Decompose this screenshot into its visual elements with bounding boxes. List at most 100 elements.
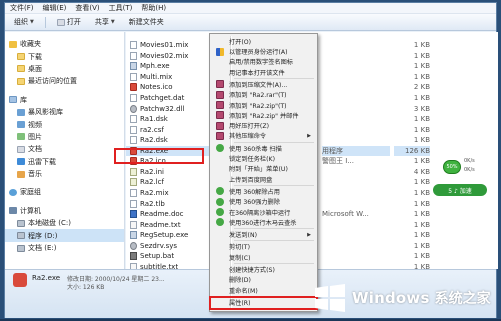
context-menu-item[interactable]: 用记事本打开该文件 [212, 67, 315, 78]
details-file-size: 大小: 126 KB [67, 284, 105, 291]
nav-item-drive-e[interactable]: 文档 (E:) [5, 242, 124, 254]
context-menu-item[interactable]: 上传到百度网盘 [212, 174, 315, 185]
context-menu-item[interactable]: 复制(C) [212, 252, 315, 263]
context-menu-item[interactable]: 使用 360强力删除 [212, 197, 315, 208]
file-name: Movies01.mix [140, 41, 189, 50]
context-menu-label: 使用 360强力删除 [229, 199, 280, 207]
context-menu-item[interactable]: 添加到 "Ra2.zip"(T) [212, 100, 315, 111]
nav-item-thunder[interactable]: 迅雷下载 [5, 156, 124, 168]
file-size: 1 KB [413, 210, 430, 219]
menu-tools[interactable]: 工具(T) [109, 3, 133, 13]
nav-item-downloads[interactable]: 下载 [5, 50, 124, 62]
nav-item-videos[interactable]: 视频 [5, 118, 124, 130]
file-icon [130, 104, 137, 113]
file-size: 1 KB [413, 51, 430, 60]
folder-icon [17, 77, 25, 85]
file-icon [130, 115, 137, 124]
nav-item-documents[interactable]: 文档 [5, 143, 124, 155]
file-size: 1 KB [413, 94, 430, 102]
menu-bar: 文件(F) 编辑(E) 查看(V) 工具(T) 帮助(H) [5, 3, 496, 14]
music-icon [17, 170, 25, 178]
nav-item-libraries[interactable]: 库 [5, 94, 124, 106]
context-menu-item[interactable]: 在360隔离沙箱中运行 [212, 207, 315, 218]
chevron-down-icon: ▼ [110, 19, 115, 25]
file-size: 1 KB [413, 199, 430, 208]
context-menu-item[interactable]: 发送到(N) ▶ [212, 229, 315, 240]
nav-item-drive-d[interactable]: 程序 (D:) [5, 229, 124, 242]
folder-icon [17, 53, 25, 61]
file-icon [130, 51, 137, 60]
context-menu-item[interactable]: 启用/禁用数字签名图标 [212, 57, 315, 68]
file-icon [130, 94, 137, 102]
open-button[interactable]: 打开 [54, 16, 84, 28]
nav-item-desktop[interactable]: 桌面 [5, 63, 124, 75]
speedup-button[interactable]: 5 ♪ 加速 [433, 184, 487, 196]
context-menu-item[interactable]: 使用 360杀毒 扫描 [212, 143, 315, 154]
context-menu-label: 打开(O) [229, 38, 252, 46]
nav-item-music[interactable]: 音乐 [5, 168, 124, 180]
context-menu-item[interactable]: 创建快捷方式(S) [212, 264, 315, 275]
blank-icon [216, 155, 224, 163]
context-menu-label: 剪切(T) [229, 244, 250, 252]
file-name: Readme.txt [140, 220, 181, 229]
file-icon [130, 220, 137, 229]
context-menu-item[interactable]: 属性(R) [212, 297, 315, 308]
context-menu-item[interactable]: 打开(O) [212, 36, 315, 47]
nav-item-baofeng[interactable]: 暴风影视库 [5, 106, 124, 118]
computer-icon [9, 207, 17, 215]
nav-item-label: 计算机 [20, 206, 41, 215]
file-name: Ra1.dsk [140, 115, 168, 124]
context-menu-item[interactable]: 锁定到任务栏(K) [212, 153, 315, 164]
context-menu-item[interactable]: 附到「开始」菜单(U) [212, 164, 315, 175]
file-size: 1 KB [413, 72, 430, 81]
file-name: Movies02.mix [140, 51, 189, 60]
menu-file[interactable]: 文件(F) [10, 3, 34, 13]
file-type [322, 177, 390, 188]
organize-button[interactable]: 组织 ▼ [11, 16, 37, 28]
nav-item-drive-c[interactable]: 本地磁盘 (C:) [5, 217, 124, 229]
nav-item-favorites[interactable]: 收藏夹 [5, 38, 124, 50]
context-menu-item[interactable]: 删除(D) [212, 275, 315, 286]
context-menu-item[interactable]: 用好压打开(Z) [212, 120, 315, 131]
context-menu-item[interactable]: 添加到压缩文件(A)... [212, 79, 315, 90]
disk-icon [17, 232, 25, 240]
ra2-app-icon [13, 273, 27, 287]
nav-item-recent[interactable]: 最近访问的位置 [5, 75, 124, 87]
rar-icon [216, 121, 224, 130]
video-icon [17, 108, 25, 116]
menu-help[interactable]: 帮助(H) [141, 3, 166, 13]
file-type [322, 188, 390, 199]
accelerator-badge[interactable]: 50% [443, 160, 461, 174]
context-menu-item[interactable]: 使用 360解除占用 [212, 186, 315, 197]
menu-edit[interactable]: 编辑(E) [43, 3, 67, 13]
toolbar: 组织 ▼ 打开 共享 ▼ 新建文件夹 [5, 14, 496, 31]
nav-item-pictures[interactable]: 图片 [5, 131, 124, 143]
chevron-down-icon: ▼ [30, 19, 34, 25]
menu-view[interactable]: 查看(V) [75, 3, 99, 13]
context-menu-label: 使用 360解除占用 [229, 188, 280, 196]
file-type [322, 114, 390, 125]
context-menu-label: 复制(C) [229, 254, 251, 262]
file-icon [130, 62, 137, 71]
blank-icon [216, 276, 224, 284]
file-size: 2 KB [413, 83, 430, 92]
context-menu-item[interactable]: 以管理员身份运行(A) [212, 46, 315, 57]
file-icon [130, 199, 137, 208]
nav-item-computer[interactable]: 计算机 [5, 205, 124, 217]
context-menu-item[interactable]: 添加到 "Ra2.zip" 并邮件 [212, 110, 315, 121]
new-folder-button[interactable]: 新建文件夹 [126, 16, 167, 28]
share-button[interactable]: 共享 ▼ [92, 16, 118, 28]
nav-item-homegroup[interactable]: 家庭组 [5, 186, 124, 198]
context-menu-item[interactable]: 使用360进行木马云查杀 [212, 217, 315, 228]
context-menu-label: 删除(D) [229, 277, 251, 285]
organize-label: 组织 [14, 18, 28, 26]
file-icon [130, 157, 137, 166]
blank-icon [216, 37, 224, 45]
360-icon [216, 208, 224, 217]
context-menu-item[interactable]: 重命名(M) [212, 285, 315, 296]
file-type [322, 262, 390, 269]
context-menu-item[interactable]: 添加到 "Ra2.rar"(T) [212, 90, 315, 101]
blank-icon [216, 298, 224, 306]
context-menu-item[interactable]: 其他压缩命令 ▶ [212, 131, 315, 142]
context-menu-item[interactable]: 剪切(T) [212, 242, 315, 253]
